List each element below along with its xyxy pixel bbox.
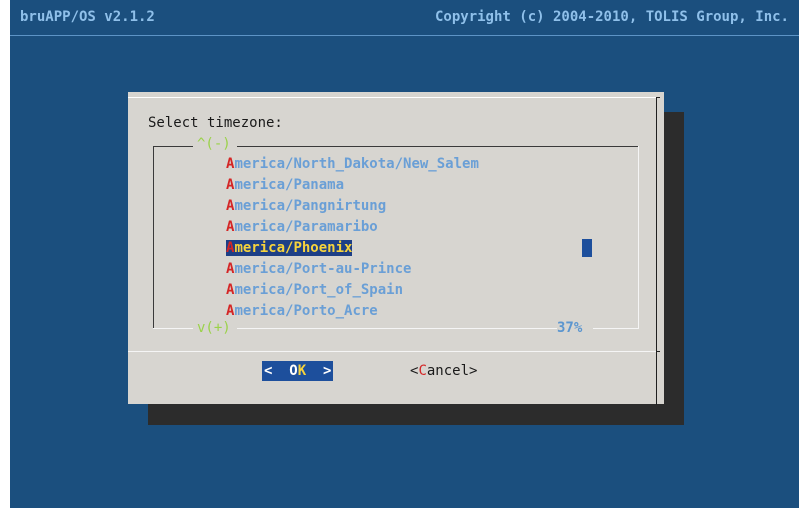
list-item-label: merica/Phoenix — [234, 240, 353, 256]
timezone-list: America/North_Dakota/New_Salem America/P… — [226, 154, 479, 322]
listbox-border — [237, 146, 639, 147]
list-item[interactable]: America/Porto_Acre — [226, 301, 479, 322]
title-divider — [10, 35, 799, 36]
ok-button-hotkey: K — [297, 363, 307, 379]
ok-button-right: > — [306, 363, 332, 379]
ok-button-left: < O — [264, 363, 298, 379]
scroll-percent: 37% — [557, 320, 583, 336]
dialog-border-right — [656, 97, 657, 405]
ok-button[interactable]: < OK > — [262, 361, 334, 381]
separator-tick — [656, 351, 660, 352]
listbox-border — [237, 328, 557, 329]
dialog-border-top — [128, 97, 660, 98]
copyright-text: Copyright (c) 2004-2010, TOLIS Group, In… — [434, 9, 789, 25]
list-item[interactable]: America/Port-au-Prince — [226, 259, 479, 280]
text-cursor — [582, 239, 592, 257]
list-item[interactable]: America/Paramaribo — [226, 217, 479, 238]
button-separator — [128, 351, 656, 352]
list-item-label: merica/Porto_Acre — [234, 303, 378, 319]
list-item[interactable]: America/Panama — [226, 175, 479, 196]
terminal-screen: bruAPP/OS v2.1.2 Copyright (c) 2004-2010… — [10, 0, 799, 508]
listbox-border — [593, 328, 639, 329]
list-item-label: merica/Port_of_Spain — [234, 282, 404, 298]
list-item-label: merica/Paramaribo — [234, 219, 378, 235]
scroll-up-indicator[interactable]: ^(-) — [197, 136, 231, 152]
listbox-border — [638, 146, 639, 328]
title-bar: bruAPP/OS v2.1.2 Copyright (c) 2004-2010… — [10, 0, 799, 36]
list-item-label: merica/Panama — [234, 177, 345, 193]
listbox-border — [153, 146, 193, 147]
list-item-label: merica/North_Dakota/New_Salem — [234, 156, 479, 172]
cancel-button-hotkey: C — [418, 363, 427, 379]
list-item[interactable]: America/Port_of_Spain — [226, 280, 479, 301]
listbox-border — [153, 146, 154, 328]
scroll-down-indicator[interactable]: v(+) — [197, 320, 231, 336]
list-item-label: merica/Pangnirtung — [234, 198, 387, 214]
listbox-border — [153, 328, 193, 329]
app-title: bruAPP/OS v2.1.2 — [20, 9, 155, 25]
list-item-label: merica/Port-au-Prince — [234, 261, 412, 277]
list-item-selected[interactable]: America/Phoenix — [226, 238, 479, 259]
list-item[interactable]: America/Pangnirtung — [226, 196, 479, 217]
timezone-listbox[interactable]: ^(-) v(+) 37% America/North_Dakota/New_S… — [153, 136, 639, 336]
timezone-dialog: Select timezone: ^(-) v(+) 37% America/N… — [128, 92, 664, 405]
cancel-button[interactable]: <Cancel> — [410, 361, 477, 381]
dialog-border-tick — [656, 97, 660, 98]
dialog-prompt: Select timezone: — [148, 115, 283, 131]
cancel-button-right: ancel> — [426, 363, 478, 379]
list-item[interactable]: America/North_Dakota/New_Salem — [226, 154, 479, 175]
